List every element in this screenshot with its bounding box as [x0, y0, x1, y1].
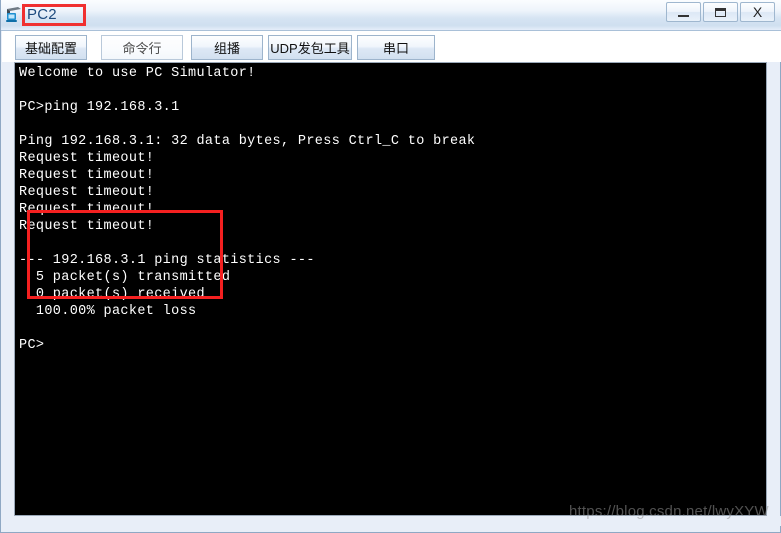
tab-label: 组播: [213, 41, 240, 56]
maximize-icon: [715, 7, 726, 17]
window-bottom-panel: [2, 516, 781, 526]
pc-device-icon: [5, 5, 23, 23]
terminal-console[interactable]: Welcome to use PC Simulator! PC>ping 192…: [14, 62, 767, 516]
tab-multicast[interactable]: 组播: [191, 35, 263, 60]
maximize-button[interactable]: [703, 2, 738, 22]
window-title: PC2: [27, 6, 57, 23]
tab-strip: 基础配置 命令行 组播 UDP发包工具 串口: [2, 31, 781, 62]
tab-command-line[interactable]: 命令行: [101, 35, 183, 60]
minimize-button[interactable]: [666, 2, 701, 22]
close-button[interactable]: X: [740, 2, 775, 22]
tab-serial-port[interactable]: 串口: [357, 35, 435, 60]
minimize-icon: [678, 14, 689, 17]
pc-simulator-window: PC2 X 基础配置 命令行 组播 UDP发包工具 串口 Welcome to: [0, 0, 781, 533]
tab-label: 串口: [382, 41, 409, 56]
terminal-output: Welcome to use PC Simulator! PC>ping 192…: [19, 66, 476, 353]
tab-label: 基础配置: [24, 41, 77, 56]
window-titlebar: PC2 X: [1, 0, 781, 31]
tab-label: 命令行: [122, 41, 162, 56]
tab-label: UDP发包工具: [270, 41, 350, 56]
tab-udp-packet-tool[interactable]: UDP发包工具: [268, 35, 352, 60]
close-icon: X: [752, 4, 763, 20]
tab-basic-config[interactable]: 基础配置: [15, 35, 87, 60]
